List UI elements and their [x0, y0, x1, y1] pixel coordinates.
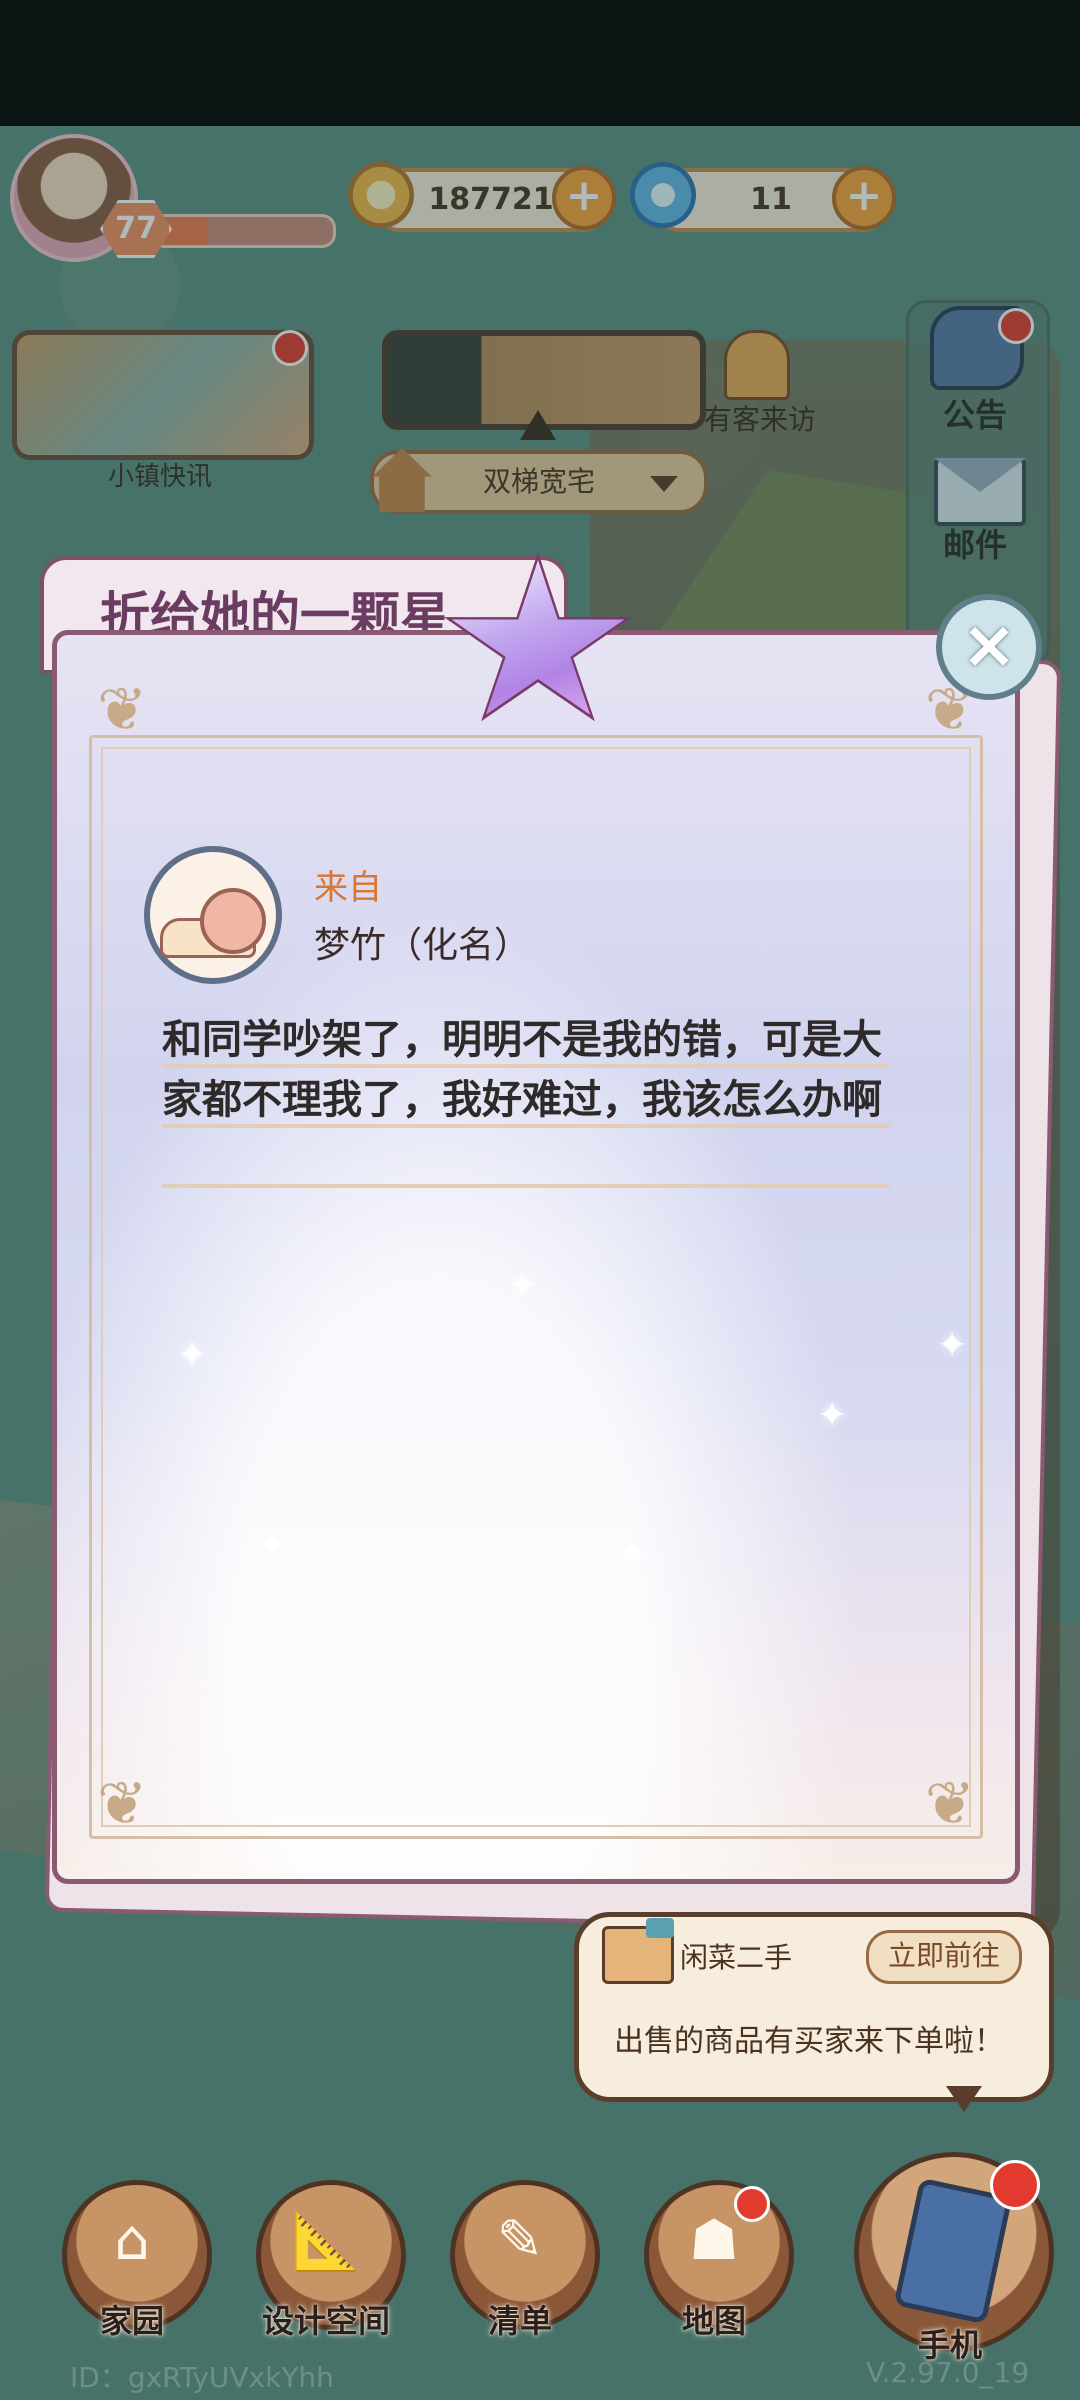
sender-name: 梦竹（化名） [314, 925, 531, 966]
notification-message: 出售的商品有买家来下单啦！ [614, 2024, 1004, 2059]
go-now-button[interactable]: 立即前往 [866, 1930, 1022, 1984]
ruler-icon: 📐 [291, 2209, 361, 2274]
snail-shell [200, 888, 266, 954]
nav-map-label: 地图 [681, 2302, 746, 2340]
nav-list-label: 清单 [487, 2302, 552, 2340]
sparkle-icon: ✦ [507, 1265, 538, 1306]
version-label: V.2.97.0_19 [866, 2356, 1030, 2389]
sparkle-icon: ✦ [257, 1525, 288, 1566]
phone-alert-dot [990, 2160, 1040, 2210]
ruled-line [162, 1064, 890, 1068]
player-id: ID：gxRTyUVxkYhh [70, 2361, 334, 2394]
notification-title: 闲菜二手 [680, 1941, 793, 1974]
sparkle-icon: ✦ [617, 1535, 648, 1576]
home-icon: ⌂ [114, 2208, 150, 2273]
flourish-ornament: ❦ [924, 1769, 975, 1839]
ruled-line [162, 1124, 890, 1128]
notification-tail [946, 2086, 982, 2112]
letter-card: ❦ ❦ ❦ ❦ ✦ ✦ ✦ ✦ ✦ ✦ [52, 630, 1020, 1884]
close-button[interactable]: × [936, 594, 1042, 700]
sparkle-icon: ✦ [177, 1335, 208, 1376]
sparkle-icon: ✦ [817, 1395, 848, 1436]
flourish-ornament: ❦ [97, 1769, 148, 1839]
nav-design-label: 设计空间 [261, 2302, 390, 2340]
ruled-line [162, 1184, 890, 1188]
sparkle-icon: ✦ [937, 1325, 968, 1366]
from-label: 来自 [314, 868, 382, 908]
nav-home-label: 家园 [99, 2302, 164, 2340]
flourish-ornament: ❦ [97, 675, 148, 745]
checklist-icon: ✎ [496, 2208, 544, 2273]
letter-message: 和同学吵架了，明明不是我的错，可是大家都不理我了，我好难过，我该怎么办啊 [162, 1017, 882, 1123]
tag-icon [646, 1918, 674, 1938]
map-alert-dot [734, 2186, 770, 2222]
